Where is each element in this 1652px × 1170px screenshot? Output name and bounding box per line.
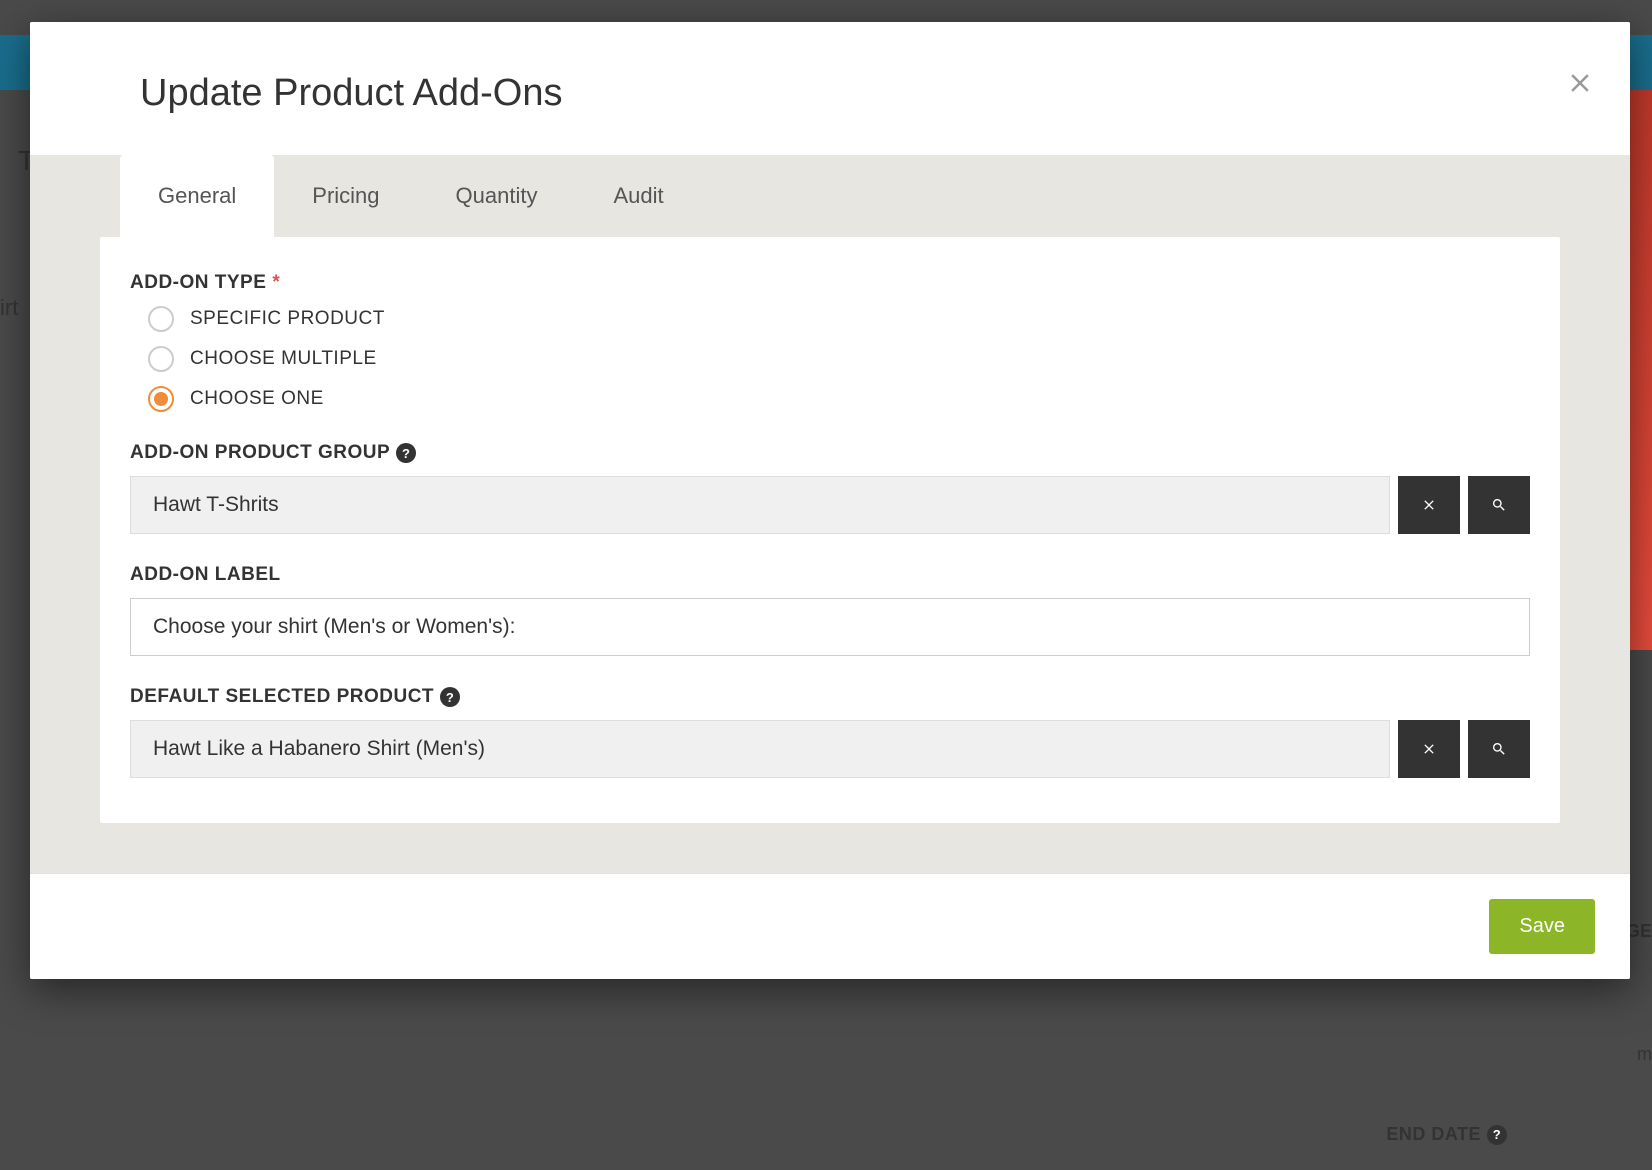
default-selected-input[interactable]: Hawt Like a Habanero Shirt (Men's) <box>130 720 1390 778</box>
tab-general[interactable]: General <box>120 155 274 237</box>
background-end-date-label: END DATE ? <box>1386 1124 1507 1145</box>
modal-header: Update Product Add-Ons <box>30 22 1630 155</box>
radio-choose-one[interactable]: CHOOSE ONE <box>148 386 1530 412</box>
clear-product-group-button[interactable] <box>1398 476 1460 534</box>
modal-footer: Save <box>30 873 1630 979</box>
radio-dot-icon <box>154 392 168 406</box>
radio-label: SPECIFIC PRODUCT <box>190 308 385 330</box>
tabs-container: General Pricing Quantity Audit <box>30 155 1630 237</box>
tab-pricing[interactable]: Pricing <box>274 155 417 237</box>
product-group-field: ADD-ON PRODUCT GROUP ? Hawt T-Shrits <box>130 442 1530 534</box>
background-right-image <box>1630 90 1652 650</box>
background-text: m <box>1637 1044 1652 1065</box>
tabs: General Pricing Quantity Audit <box>120 155 1540 237</box>
addon-type-label: ADD-ON TYPE * <box>130 272 1530 294</box>
radio-circle <box>148 346 174 372</box>
default-selected-input-row: Hawt Like a Habanero Shirt (Men's) <box>130 720 1530 778</box>
clear-default-selected-button[interactable] <box>1398 720 1460 778</box>
default-selected-label: DEFAULT SELECTED PRODUCT ? <box>130 686 1530 708</box>
modal-title: Update Product Add-Ons <box>140 72 1520 115</box>
radio-circle <box>148 386 174 412</box>
help-icon[interactable]: ? <box>440 687 460 707</box>
radio-label: CHOOSE ONE <box>190 388 324 410</box>
close-button[interactable] <box>1565 67 1595 105</box>
addon-type-radio-group: SPECIFIC PRODUCT CHOOSE MULTIPLE CHOOSE … <box>148 306 1530 412</box>
product-group-input-row: Hawt T-Shrits <box>130 476 1530 534</box>
save-button[interactable]: Save <box>1489 899 1595 954</box>
radio-label: CHOOSE MULTIPLE <box>190 348 377 370</box>
update-product-addons-modal: Update Product Add-Ons General Pricing Q… <box>30 22 1630 979</box>
addon-type-field: ADD-ON TYPE * SPECIFIC PRODUCT CHOOSE MU… <box>130 272 1530 412</box>
general-panel: ADD-ON TYPE * SPECIFIC PRODUCT CHOOSE MU… <box>100 237 1560 823</box>
search-default-selected-button[interactable] <box>1468 720 1530 778</box>
addon-label-field: ADD-ON LABEL <box>130 564 1530 656</box>
tab-quantity[interactable]: Quantity <box>418 155 576 237</box>
tab-audit[interactable]: Audit <box>575 155 701 237</box>
search-product-group-button[interactable] <box>1468 476 1530 534</box>
background-text: irt <box>0 295 18 321</box>
required-indicator: * <box>272 272 280 294</box>
content-area: ADD-ON TYPE * SPECIFIC PRODUCT CHOOSE MU… <box>30 237 1630 873</box>
radio-circle <box>148 306 174 332</box>
product-group-label: ADD-ON PRODUCT GROUP ? <box>130 442 1530 464</box>
addon-label-input[interactable] <box>130 598 1530 656</box>
radio-choose-multiple[interactable]: CHOOSE MULTIPLE <box>148 346 1530 372</box>
help-icon[interactable]: ? <box>396 443 416 463</box>
addon-label-label: ADD-ON LABEL <box>130 564 1530 586</box>
help-icon: ? <box>1487 1125 1507 1145</box>
radio-specific-product[interactable]: SPECIFIC PRODUCT <box>148 306 1530 332</box>
default-selected-field: DEFAULT SELECTED PRODUCT ? Hawt Like a H… <box>130 686 1530 778</box>
product-group-input[interactable]: Hawt T-Shrits <box>130 476 1390 534</box>
